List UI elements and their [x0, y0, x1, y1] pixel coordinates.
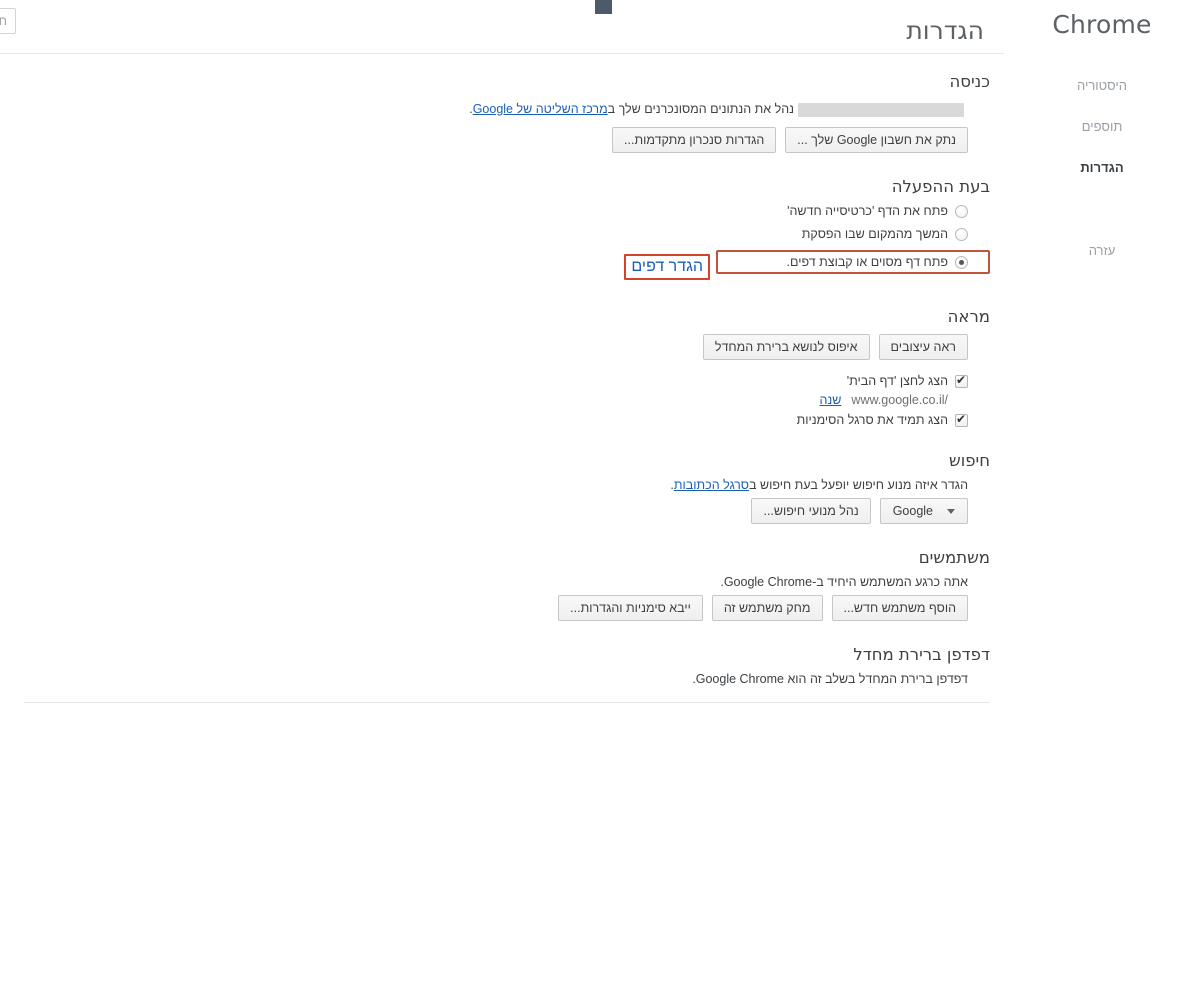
- startup-title: בעת ההפעלה: [891, 177, 990, 196]
- page-title: הגדרות: [906, 16, 984, 45]
- reset-default-theme-button[interactable]: איפוס לנושא ברירת המחדל: [702, 334, 870, 360]
- section-appearance: מראה ראה עיצובים איפוס לנושא ברירת המחדל…: [24, 307, 990, 427]
- section-search: חיפוש הגדר איזה מנוע חיפוש יופעל בעת חיפ…: [24, 451, 990, 524]
- always-show-bookmarks-label: הצג תמיד את סרגל הסימניות: [796, 413, 948, 427]
- signin-manage-text-before: נהל את הנתונים המסונכרנים שלך ב: [607, 102, 794, 116]
- startup-option-new-tab-label: פתח את הדף 'כרטיסייה חדשה': [787, 204, 948, 218]
- appearance-title: מראה: [947, 307, 990, 326]
- settings-content: כניסה נהל את הנתונים המסונכרנים שלך במרכ…: [0, 54, 1004, 703]
- default-browser-desc: דפדפן ברירת המחדל בשלב זה הוא Google Chr…: [692, 672, 968, 686]
- sidebar: Chrome היסטוריה תוספים הגדרות עזרה: [1004, 0, 1200, 1005]
- users-title: משתמשים: [918, 548, 990, 567]
- search-engine-dropdown[interactable]: Google: [879, 498, 968, 524]
- search-input[interactable]: [0, 8, 16, 34]
- chevron-down-icon: [947, 508, 955, 514]
- add-new-user-button[interactable]: הוסף משתמש חדש...: [831, 595, 968, 621]
- users-buttons: הוסף משתמש חדש... מחק משתמש זה ייבא סימנ…: [24, 595, 990, 621]
- set-pages-link[interactable]: הגדר דפים: [631, 258, 703, 275]
- sidebar-item-history[interactable]: היסטוריה: [1004, 77, 1200, 94]
- startup-option-specific-pages-label: פתח דף מסוים או קבוצת דפים.: [786, 255, 948, 269]
- google-dashboard-link[interactable]: מרכז השליטה של Google: [473, 102, 608, 116]
- advanced-sync-settings-button[interactable]: הגדרות סנכרון מתקדמות...: [612, 127, 777, 153]
- set-pages-highlight: הגדר דפים: [624, 253, 710, 280]
- sidebar-item-extensions[interactable]: תוספים: [1004, 118, 1200, 135]
- signin-manage-row: נהל את הנתונים המסונכרנים שלך במרכז השלי…: [24, 99, 990, 119]
- signin-buttons: נתק את חשבון Google שלך ... הגדרות סנכרו…: [24, 127, 990, 153]
- address-bar-link[interactable]: סרגל הכתובות: [674, 478, 749, 492]
- section-startup: בעת ההפעלה פתח את הדף 'כרטיסייה חדשה' המ…: [24, 177, 990, 283]
- search-section-title: חיפוש: [949, 451, 990, 470]
- manage-search-engines-button[interactable]: נהל מנועי חיפוש...: [751, 498, 871, 524]
- startup-option-specific-pages[interactable]: פתח דף מסוים או קבוצת דפים.: [716, 250, 990, 274]
- radio-new-tab-icon[interactable]: [955, 204, 968, 218]
- show-home-button-label: הצג לחצן 'דף הבית': [846, 374, 948, 388]
- sidebar-item-help[interactable]: עזרה: [1004, 242, 1200, 259]
- section-users: משתמשים אתה כרגע המשתמש היחיד ב-Google C…: [24, 548, 990, 621]
- radio-specific-pages-icon[interactable]: [955, 255, 968, 269]
- homepage-url-text: www.google.co.il/: [851, 393, 948, 407]
- startup-option-continue-label: המשך מהמקום שבו הפסקת: [801, 227, 948, 241]
- search-box-wrapper: [0, 8, 16, 34]
- users-desc: אתה כרגע המשתמש היחיד ב-Google Chrome.: [720, 575, 968, 589]
- checkbox-show-home-button-icon[interactable]: [955, 373, 968, 388]
- search-engine-selected-label: Google: [892, 504, 933, 518]
- topbar: הגדרות: [0, 0, 1004, 54]
- masked-account-email: [798, 102, 964, 117]
- homepage-url-row: שנה www.google.co.il/: [24, 393, 990, 407]
- main-content: הגדרות כניסה נהל את הנתונים המסונכרנים ש…: [0, 0, 1004, 1005]
- checkbox-always-show-bookmarks-icon[interactable]: [955, 412, 968, 427]
- section-default-browser: דפדפן ברירת מחדל דפדפן ברירת המחדל בשלב …: [24, 645, 990, 686]
- radio-continue-icon[interactable]: [955, 227, 968, 241]
- always-show-bookmarks-row[interactable]: הצג תמיד את סרגל הסימניות: [24, 412, 990, 427]
- bottom-divider: [24, 702, 990, 703]
- change-homepage-link[interactable]: שנה: [820, 393, 842, 407]
- search-desc-before: הגדר איזה מנוע חיפוש יופעל בעת חיפוש ב: [749, 478, 968, 492]
- show-home-button-row[interactable]: הצג לחצן 'דף הבית': [24, 373, 990, 388]
- chrome-brand-title: Chrome: [1052, 10, 1152, 39]
- disconnect-google-account-button[interactable]: נתק את חשבון Google שלך ...: [785, 127, 968, 153]
- appearance-buttons: ראה עיצובים איפוס לנושא ברירת המחדל: [24, 334, 990, 360]
- set-pages-wrapper: הגדר דפים: [624, 253, 710, 280]
- settings-page: Chrome היסטוריה תוספים הגדרות עזרה הגדרו…: [0, 0, 1200, 1005]
- sidebar-item-settings[interactable]: הגדרות: [1004, 159, 1200, 176]
- startup-option-new-tab[interactable]: פתח את הדף 'כרטיסייה חדשה': [24, 204, 990, 218]
- import-bookmarks-settings-button[interactable]: ייבא סימניות והגדרות...: [558, 595, 703, 621]
- startup-option-continue[interactable]: המשך מהמקום שבו הפסקת: [24, 227, 990, 241]
- section-signin: כניסה נהל את הנתונים המסונכרנים שלך במרכ…: [24, 72, 990, 153]
- delete-this-user-button[interactable]: מחק משתמש זה: [711, 595, 823, 621]
- search-engine-controls: Google נהל מנועי חיפוש...: [24, 498, 990, 524]
- signin-title: כניסה: [949, 72, 990, 91]
- search-section-desc: הגדר איזה מנוע חיפוש יופעל בעת חיפוש בסר…: [24, 478, 990, 492]
- default-browser-title: דפדפן ברירת מחדל: [853, 645, 990, 664]
- sidebar-nav: היסטוריה תוספים הגדרות עזרה: [1004, 77, 1200, 259]
- get-themes-button[interactable]: ראה עיצובים: [878, 334, 968, 360]
